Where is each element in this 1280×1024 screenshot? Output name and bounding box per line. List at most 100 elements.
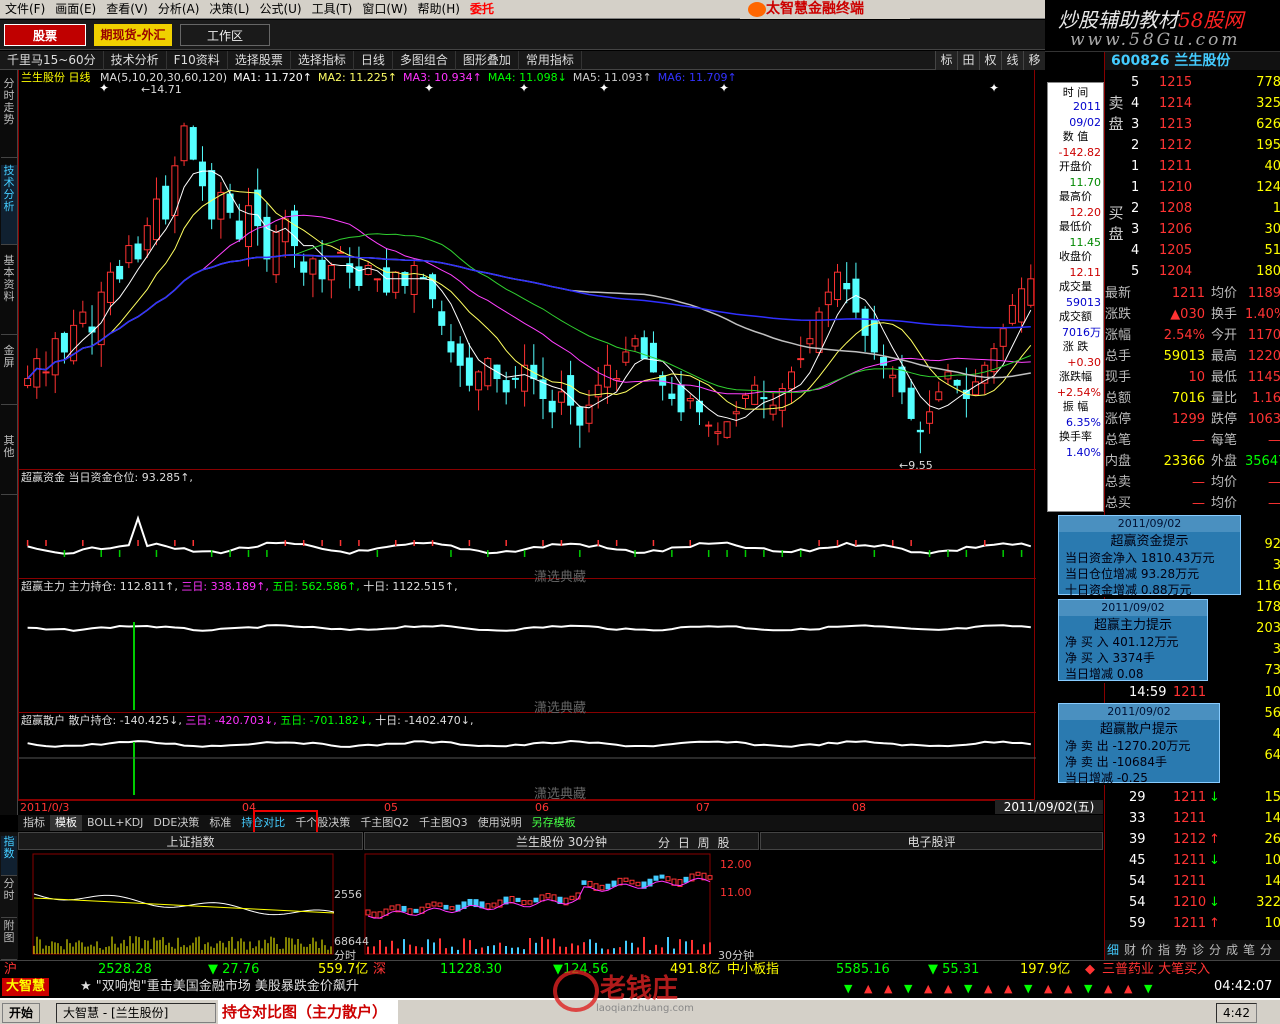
- 30min-frame: [364, 853, 711, 955]
- candle: [456, 336, 464, 387]
- toolbar-item-6[interactable]: 多图组合: [393, 50, 456, 70]
- info-value: 2011: [1073, 100, 1101, 113]
- bottom-vtab-0[interactable]: 指数: [1, 836, 17, 876]
- quote-stat-row[interactable]: 总额 7016 量比 1.16: [1105, 388, 1280, 409]
- quote-stat-row[interactable]: 涨停 1299 跌停 1063: [1105, 409, 1280, 430]
- futures-button[interactable]: 期现货-外汇: [94, 24, 172, 46]
- quote-stat-row[interactable]: 总卖 — 均价 —: [1105, 472, 1280, 493]
- quote-stat-row[interactable]: 涨幅 2.54% 今开 1170: [1105, 325, 1280, 346]
- template-tab-4[interactable]: 标准: [204, 815, 236, 831]
- market-arrow: ▼: [904, 982, 913, 995]
- left-tab-2[interactable]: 基本资料: [1, 255, 17, 335]
- tick-row[interactable]: 29 1211 ↓ 15: [1105, 787, 1280, 808]
- quote-stat-row[interactable]: 总笔 — 每笔 —: [1105, 430, 1280, 451]
- tick-row[interactable]: 59 1211 ↑ 10: [1105, 913, 1280, 934]
- kline-chart[interactable]: ✦ ✦ ✦ ✦ ✦ ✦: [19, 70, 1036, 800]
- quote-stat-row[interactable]: 内盘 23366 外盘 35647: [1105, 451, 1280, 472]
- sh-label: 沪: [4, 962, 18, 977]
- chart-tool-1[interactable]: 田: [957, 51, 979, 70]
- tick-row[interactable]: 33 1211 14: [1105, 808, 1280, 829]
- toolbar-item-5[interactable]: 日线: [354, 50, 393, 70]
- menu-item-0[interactable]: 文件(F): [0, 0, 50, 18]
- menu-item-4[interactable]: 决策(L): [204, 0, 254, 18]
- candle: [244, 187, 252, 267]
- tick-row[interactable]: 14:59 1211 10: [1105, 682, 1280, 703]
- template-tab-9[interactable]: 使用说明: [473, 815, 527, 831]
- sell-level-row[interactable]: 2 1212 195: [1105, 135, 1280, 156]
- template-tab-8[interactable]: 千主图Q3: [414, 815, 473, 831]
- toolbar-item-8[interactable]: 常用指标: [519, 50, 582, 70]
- toolbar-item-2[interactable]: F10资料: [167, 50, 228, 70]
- menu-item-3[interactable]: 分析(A): [153, 0, 205, 18]
- sell-level-row[interactable]: 4 1214 325: [1105, 93, 1280, 114]
- bottom-vtab-2[interactable]: 附图: [1, 920, 17, 960]
- sell-level-row[interactable]: 1 1211 40: [1105, 156, 1280, 177]
- toolbar-item-1[interactable]: 技术分析: [104, 50, 167, 70]
- template-tab-0[interactable]: 指标: [18, 815, 50, 831]
- left-tab-3[interactable]: 金屏: [1, 345, 17, 405]
- sell-level-row[interactable]: 5 1215 778: [1105, 72, 1280, 93]
- candle: [475, 370, 483, 411]
- buy-level-row[interactable]: 3 1206 30: [1105, 219, 1280, 240]
- sell-level-row[interactable]: 3 1213 626: [1105, 114, 1280, 135]
- 30min-candle: [599, 884, 605, 891]
- chart-tool-3[interactable]: 线: [1001, 51, 1023, 70]
- template-tab-1[interactable]: 模板: [50, 815, 82, 831]
- chart-tool-4[interactable]: 移: [1023, 51, 1045, 70]
- sme-change: ▼ 55.31: [928, 962, 980, 977]
- tick-row[interactable]: 39 1212 ↑ 26: [1105, 829, 1280, 850]
- quote-stat-row[interactable]: 总买 — 均价 —: [1105, 493, 1280, 514]
- indicator1-line: [27, 515, 1032, 555]
- menu-item-2[interactable]: 查看(V): [101, 0, 153, 18]
- news-ticker[interactable]: 三普药业 大笔买入: [1102, 961, 1210, 979]
- quote-tab-0: 细: [1107, 943, 1120, 957]
- toolbar-item-3[interactable]: 选择股票: [228, 50, 291, 70]
- menu-item-6[interactable]: 工具(T): [307, 0, 358, 18]
- buy-level-row[interactable]: 1 1210 124: [1105, 177, 1280, 198]
- chart-tool-2[interactable]: 权: [979, 51, 1001, 70]
- tooltip-line: 净 卖 出 -1270.20万元: [1065, 739, 1191, 753]
- left-tab-1[interactable]: 技术分析: [1, 165, 17, 245]
- buy-level-row[interactable]: 2 1208 1: [1105, 198, 1280, 219]
- buy-level-row[interactable]: 5 1204 180: [1105, 261, 1280, 282]
- left-tab-0[interactable]: 分时走势: [1, 78, 17, 158]
- 30min-candle: [659, 874, 665, 879]
- quote-stat-row[interactable]: 最新 1211 均价 1189: [1105, 283, 1280, 304]
- toolbar-item-7[interactable]: 图形叠加: [456, 50, 519, 70]
- template-tab-7[interactable]: 千主图Q2: [355, 815, 414, 831]
- toolbar-item-4[interactable]: 选择指标: [291, 50, 354, 70]
- taskbar-app-item[interactable]: 大智慧 - [兰生股份]: [56, 1003, 216, 1023]
- main-chart-area[interactable]: ✦ ✦ ✦ ✦ ✦ ✦ 兰生股份 日线 MA(5,10,20,30,60,120) MA1:…: [18, 70, 1036, 802]
- menu-item-7[interactable]: 窗口(W): [357, 0, 412, 18]
- tick-row[interactable]: 54 1210 ↓ 322: [1105, 892, 1280, 913]
- template-tab-3[interactable]: DDE决策: [148, 815, 204, 831]
- quote-stat-row[interactable]: 现手 10 最低 1145: [1105, 367, 1280, 388]
- 30min-candle: [527, 900, 533, 905]
- bottom-vtab-1[interactable]: 分时: [1, 878, 17, 918]
- template-tab-10[interactable]: 另存模板: [527, 815, 581, 831]
- info-value: 12.20: [1069, 206, 1102, 219]
- left-tab-4[interactable]: 其他: [1, 435, 17, 495]
- menu-item-9[interactable]: 委托: [465, 0, 499, 18]
- chart-tool-0[interactable]: 标: [935, 51, 957, 70]
- menu-item-8[interactable]: 帮助(H): [413, 0, 465, 18]
- start-button[interactable]: 开始: [2, 1003, 41, 1023]
- tick-row[interactable]: 45 1211 ↓ 10: [1105, 850, 1280, 871]
- quote-stat-row[interactable]: 涨跌 ▲030 换手 1.40%: [1105, 304, 1280, 325]
- toolbar-item-0[interactable]: 千里马15~60分: [0, 50, 104, 70]
- index-frame: [32, 853, 334, 955]
- stock-button[interactable]: 股票: [4, 24, 86, 46]
- level-num: 5: [1131, 264, 1140, 279]
- stat-label: 总买: [1105, 496, 1132, 511]
- level-price: 1204: [1159, 264, 1193, 279]
- menu-item-1[interactable]: 画面(E): [50, 0, 101, 18]
- buy-level-row[interactable]: 4 1205 51: [1105, 240, 1280, 261]
- news-headline[interactable]: ★ "双响炮"重击美国金融市场 美股暴跌金价飙升: [80, 978, 359, 996]
- candle: [180, 122, 188, 166]
- menu-item-5[interactable]: 公式(U): [254, 0, 306, 18]
- tick-row[interactable]: 54 1211 14: [1105, 871, 1280, 892]
- quote-stat-row[interactable]: 总手 59013 最高 1220: [1105, 346, 1280, 367]
- template-tab-2[interactable]: BOLL+KDJ: [82, 815, 148, 831]
- workspace-button[interactable]: 工作区: [180, 24, 270, 46]
- stat-value: 1170: [1247, 328, 1280, 343]
